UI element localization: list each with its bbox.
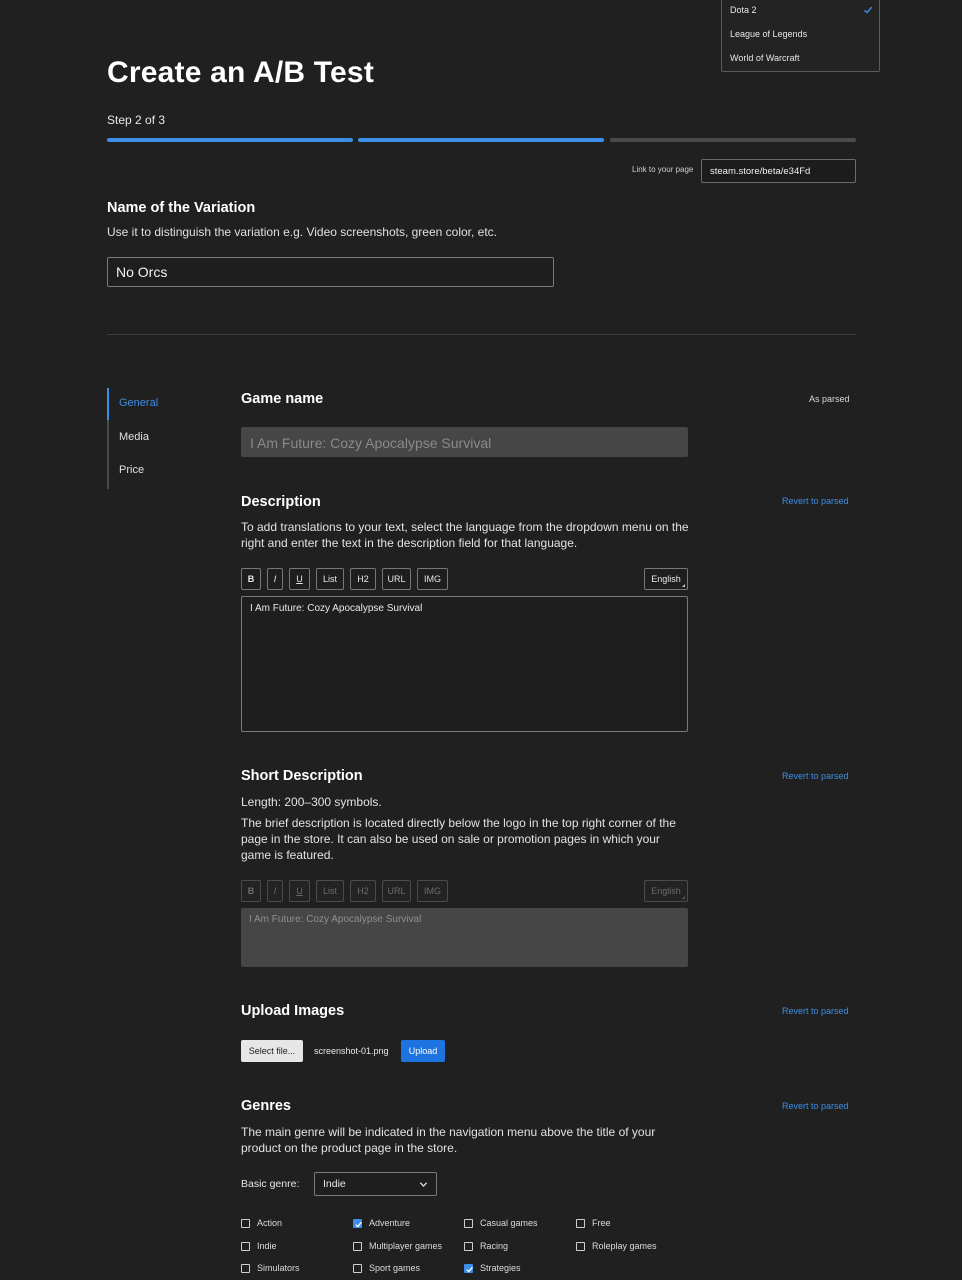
checkbox-box [464, 1218, 473, 1228]
checkbox-box [241, 1218, 250, 1228]
selected-file-name: screenshot-01.png [314, 1046, 389, 1056]
short-description-textarea: I Am Future: Cozy Apocalypse Survival [241, 908, 688, 967]
page-title: Create an A/B Test [107, 56, 375, 89]
genre-checkbox-free[interactable]: Free [576, 1218, 611, 1228]
genre-checkbox-strategies[interactable]: Strategies [464, 1263, 521, 1273]
bold-button-disabled: B [241, 880, 261, 902]
language-select-disabled: English [644, 880, 688, 902]
dropdown-option-league-of-legends[interactable]: League of Legends [730, 29, 807, 39]
page-link-input[interactable] [701, 159, 856, 183]
checkbox-label: Simulators [257, 1263, 300, 1273]
progress-step-2 [358, 138, 604, 142]
checkbox-label: Adventure [369, 1218, 411, 1228]
basic-genre-select[interactable]: Indie [314, 1172, 437, 1196]
checkbox-box [241, 1241, 250, 1251]
checkbox-checked-icon [464, 1263, 473, 1273]
checkbox-box [576, 1241, 585, 1251]
url-button-disabled: URL [382, 880, 411, 902]
checkbox-label: Action [257, 1218, 283, 1228]
description-revert-link[interactable]: Revert to parsed [782, 496, 849, 506]
short-description-heading: Short Description [241, 768, 363, 784]
checkbox-box [353, 1263, 362, 1273]
h2-button[interactable]: H2 [350, 568, 376, 590]
genre-checkbox-racing[interactable]: Racing [464, 1241, 508, 1251]
upload-button[interactable]: Upload [401, 1040, 445, 1062]
short-description-length: Length: 200–300 symbols. [241, 795, 382, 809]
checkbox-box [353, 1241, 362, 1251]
img-button-disabled: IMG [417, 880, 448, 902]
progress-step-3 [610, 138, 856, 142]
select-file-button[interactable]: Select file... [241, 1040, 303, 1062]
checkbox-label: Multiplayer games [369, 1241, 443, 1251]
dropdown-option-world-of-warcraft[interactable]: World of Warcraft [730, 53, 800, 63]
page-link-label: Link to your page [632, 165, 694, 174]
checkbox-checked-icon [353, 1218, 362, 1228]
genre-checkbox-sport-games[interactable]: Sport games [353, 1263, 420, 1273]
language-select[interactable]: English [644, 568, 688, 590]
progress-step-1 [107, 138, 353, 142]
description-heading: Description [241, 494, 321, 510]
description-textarea[interactable]: I Am Future: Cozy Apocalypse Survival [241, 596, 688, 732]
basic-genre-label: Basic genre: [241, 1178, 300, 1190]
sidebar-active-indicator [107, 388, 109, 420]
checkbox-label: Racing [480, 1241, 509, 1251]
checkbox-label: Roleplay games [592, 1241, 657, 1251]
sidebar-item-price[interactable]: Price [119, 464, 144, 476]
genres-heading: Genres [241, 1098, 291, 1114]
italic-button-disabled: I [267, 880, 283, 902]
short-description-revert-link[interactable]: Revert to parsed [782, 771, 849, 781]
description-hint: To add translations to your text, select… [241, 520, 689, 550]
language-select-disabled-value: English [651, 886, 681, 896]
list-button[interactable]: List [316, 568, 344, 590]
checkbox-label: Indie [257, 1241, 277, 1251]
step-indicator: Step 2 of 3 [107, 113, 166, 127]
italic-button[interactable]: I [267, 568, 283, 590]
dropdown-corner-icon [682, 584, 685, 587]
variation-hint: Use it to distinguish the variation e.g.… [107, 225, 497, 239]
basic-genre-value: Indie [323, 1178, 346, 1190]
variation-name-input[interactable] [107, 257, 554, 287]
sidebar-item-general[interactable]: General [119, 397, 158, 409]
sidebar-item-media[interactable]: Media [119, 431, 149, 443]
genre-checkbox-multiplayer-games[interactable]: Multiplayer games [353, 1241, 442, 1251]
genre-checkbox-indie[interactable]: Indie [241, 1241, 277, 1251]
checkbox-box [241, 1263, 250, 1273]
underline-button-disabled: U [289, 880, 310, 902]
dropdown-option-dota-2[interactable]: Dota 2 [730, 5, 757, 15]
url-button[interactable]: URL [382, 568, 411, 590]
chevron-down-icon [419, 1182, 428, 1188]
checkbox-label: Sport games [369, 1263, 421, 1273]
upload-revert-link[interactable]: Revert to parsed [782, 1006, 849, 1016]
genre-checkbox-roleplay-games[interactable]: Roleplay games [576, 1241, 657, 1251]
img-button[interactable]: IMG [417, 568, 448, 590]
short-description-hint: The brief description is located directl… [241, 816, 676, 862]
genres-hint: The main genre will be indicated in the … [241, 1125, 656, 1155]
underline-button[interactable]: U [289, 568, 310, 590]
as-parsed-label: As parsed [809, 394, 850, 404]
genre-checkbox-action[interactable]: Action [241, 1218, 282, 1228]
section-divider [107, 334, 856, 335]
checkbox-label: Casual games [480, 1218, 538, 1228]
variation-heading: Name of the Variation [107, 200, 256, 216]
checkmark-icon [864, 6, 873, 14]
game-name-heading: Game name [241, 391, 324, 407]
checkbox-box [576, 1218, 585, 1228]
list-button-disabled: List [316, 880, 344, 902]
checkbox-label: Free [592, 1218, 611, 1228]
checkbox-box [464, 1241, 473, 1251]
genre-checkbox-adventure[interactable]: Adventure [353, 1218, 410, 1228]
language-select-value: English [651, 574, 681, 584]
bold-button[interactable]: B [241, 568, 261, 590]
genre-checkbox-casual-games[interactable]: Casual games [464, 1218, 538, 1228]
checkbox-label: Strategies [480, 1263, 521, 1273]
game-name-field: I Am Future: Cozy Apocalypse Survival [241, 427, 688, 457]
genres-revert-link[interactable]: Revert to parsed [782, 1101, 849, 1111]
genre-checkbox-simulators[interactable]: Simulators [241, 1263, 300, 1273]
game-dropdown-menu: Dota 2 League of Legends World of Warcra… [721, 0, 880, 72]
upload-images-heading: Upload Images [241, 1003, 345, 1019]
dropdown-corner-icon [682, 896, 685, 899]
h2-button-disabled: H2 [350, 880, 376, 902]
